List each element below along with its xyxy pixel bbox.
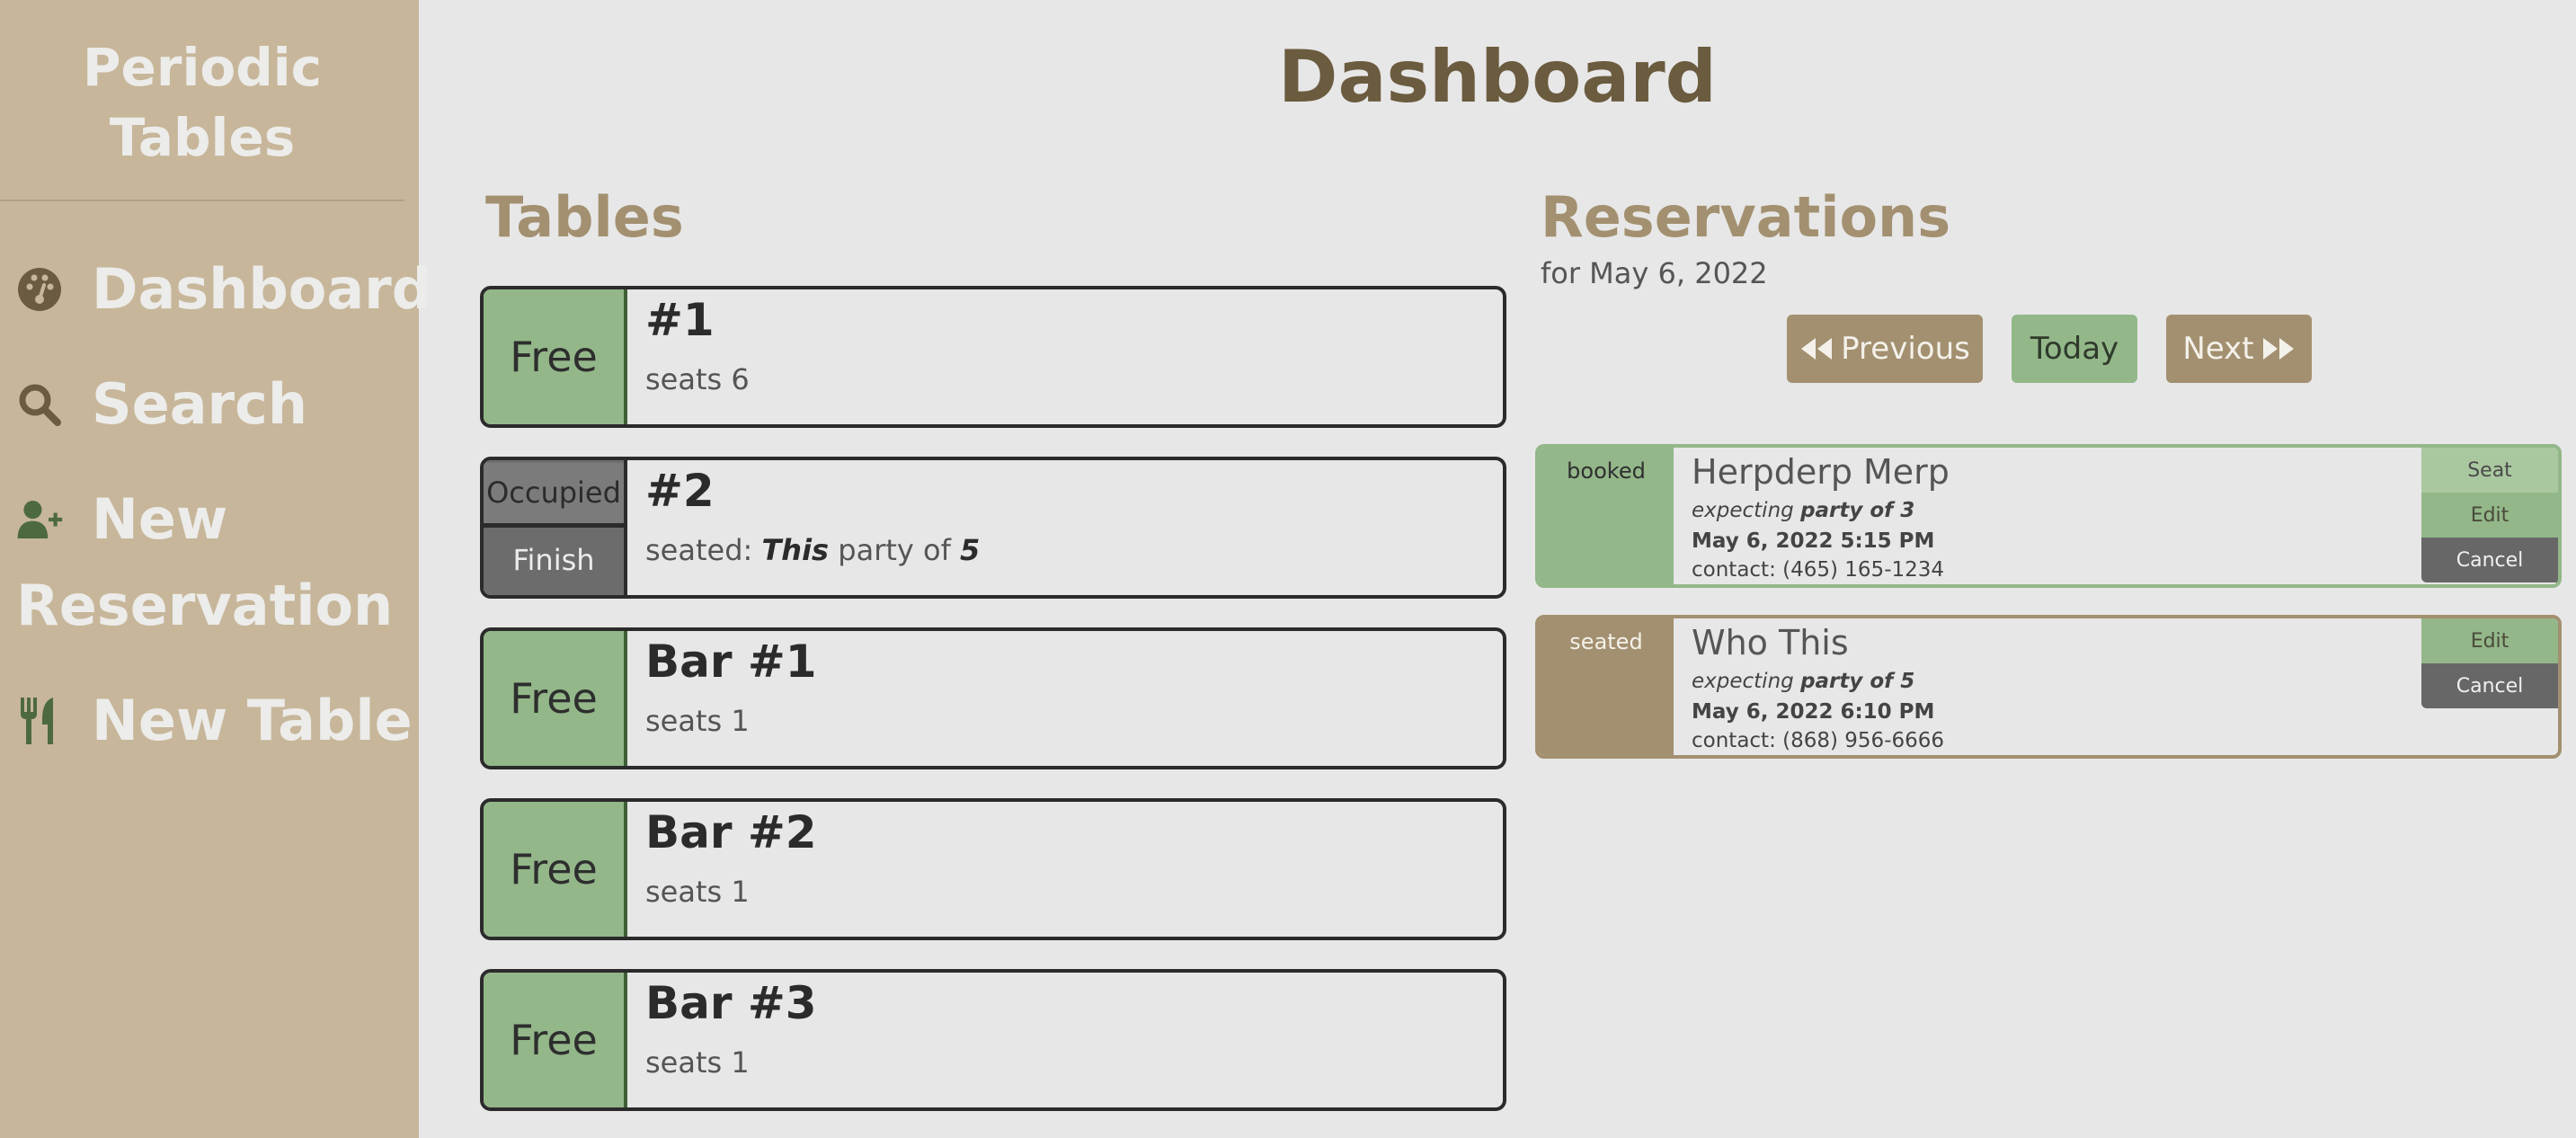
reservation-party: expecting party of 3 bbox=[1692, 496, 1914, 525]
reservation-status-badge: booked bbox=[1539, 448, 1674, 584]
tables-heading: Tables bbox=[485, 184, 684, 250]
table-name: #2 bbox=[645, 465, 715, 517]
table-capacity: seats 6 bbox=[645, 362, 750, 396]
sidebar-item-label: Dashboard bbox=[92, 256, 432, 322]
sidebar-item-label-line2: Reservation bbox=[16, 573, 394, 638]
reservation-name: Who This bbox=[1692, 623, 1849, 662]
brand-title[interactable]: Periodic Tables bbox=[0, 32, 404, 173]
party-prefix: expecting bbox=[1692, 670, 1794, 693]
table-card: Free Bar #1 seats 1 bbox=[480, 627, 1506, 769]
reservation-contact: contact: (465) 165-1234 bbox=[1692, 558, 1945, 582]
table-capacity: seats 1 bbox=[645, 875, 750, 909]
finish-button[interactable]: Finish bbox=[484, 527, 624, 593]
search-icon bbox=[16, 361, 63, 448]
brand-line-1: Periodic bbox=[83, 37, 322, 98]
party-size: party of 3 bbox=[1800, 499, 1915, 522]
brand-line-2: Tables bbox=[109, 107, 296, 168]
reservation-contact: contact: (868) 956-6666 bbox=[1692, 729, 1945, 752]
next-label: Next bbox=[2182, 331, 2254, 367]
table-status-occupied: Occupied Finish bbox=[484, 460, 627, 595]
cancel-button[interactable]: Cancel bbox=[2421, 663, 2558, 708]
edit-button[interactable]: Edit bbox=[2421, 493, 2558, 538]
table-name: Bar #2 bbox=[645, 806, 817, 858]
sidebar-item-label: Search bbox=[92, 371, 308, 437]
reservation-card: booked Herpderp Merp expecting party of … bbox=[1535, 444, 2562, 588]
table-name: Bar #3 bbox=[645, 977, 817, 1029]
sidebar: Periodic Tables Dashboard Search New Res… bbox=[0, 0, 431, 1138]
today-button[interactable]: Today bbox=[2012, 315, 2137, 383]
page-title: Dashboard bbox=[1278, 35, 1717, 119]
previous-button[interactable]: Previous bbox=[1787, 315, 1983, 383]
previous-label: Previous bbox=[1841, 331, 1970, 367]
table-card: Free Bar #2 seats 1 bbox=[480, 798, 1506, 940]
seat-button[interactable]: Seat bbox=[2421, 448, 2558, 493]
add-user-icon bbox=[16, 476, 63, 563]
reservations-heading: Reservations bbox=[1541, 184, 1951, 250]
table-status-badge: Occupied bbox=[484, 462, 624, 528]
table-capacity: seats 1 bbox=[645, 704, 750, 738]
table-card: Free Bar #3 seats 1 bbox=[480, 969, 1506, 1111]
next-button[interactable]: Next bbox=[2166, 315, 2312, 383]
reservation-party: expecting party of 5 bbox=[1692, 667, 1914, 696]
table-status-badge: Free bbox=[484, 973, 627, 1107]
table-capacity: seats 1 bbox=[645, 1045, 750, 1080]
party-prefix: expecting bbox=[1692, 499, 1794, 522]
sidebar-item-label: New Table bbox=[92, 688, 413, 753]
table-seated-info: seated: This party of 5 bbox=[645, 530, 980, 570]
sidebar-item-label-line1: New bbox=[92, 486, 228, 552]
reservation-name: Herpderp Merp bbox=[1692, 452, 1950, 492]
seated-size: 5 bbox=[960, 533, 981, 567]
reservation-card: seated Who This expecting party of 5 May… bbox=[1535, 615, 2562, 759]
table-name: #1 bbox=[645, 294, 715, 346]
sidebar-item-new-reservation[interactable]: New Reservation bbox=[16, 476, 393, 649]
reservation-time: May 6, 2022 5:15 PM bbox=[1692, 529, 1935, 553]
seated-prefix: seated: bbox=[645, 533, 753, 567]
rewind-icon bbox=[1801, 338, 1833, 360]
main-content: Dashboard Tables Free #1 seats 6 Occupie… bbox=[419, 0, 2576, 1138]
table-card: Occupied Finish #2 seated: This party of… bbox=[480, 457, 1506, 599]
reservations-date: for May 6, 2022 bbox=[1541, 256, 1768, 290]
dashboard-icon bbox=[16, 246, 63, 333]
sidebar-divider bbox=[0, 200, 404, 201]
table-status-badge: Free bbox=[484, 289, 627, 424]
seated-name: This bbox=[761, 533, 830, 567]
seated-mid: party of bbox=[838, 533, 951, 567]
reservation-status-badge: seated bbox=[1539, 618, 1674, 755]
table-status-badge: Free bbox=[484, 631, 627, 766]
table-status-badge: Free bbox=[484, 802, 627, 937]
reservation-time: May 6, 2022 6:10 PM bbox=[1692, 700, 1935, 724]
table-card: Free #1 seats 6 bbox=[480, 286, 1506, 428]
party-size: party of 5 bbox=[1800, 670, 1915, 693]
cancel-button[interactable]: Cancel bbox=[2421, 538, 2558, 582]
fast-forward-icon bbox=[2262, 338, 2294, 360]
utensils-icon bbox=[16, 678, 63, 764]
edit-button[interactable]: Edit bbox=[2421, 618, 2558, 663]
table-name: Bar #1 bbox=[645, 636, 817, 688]
